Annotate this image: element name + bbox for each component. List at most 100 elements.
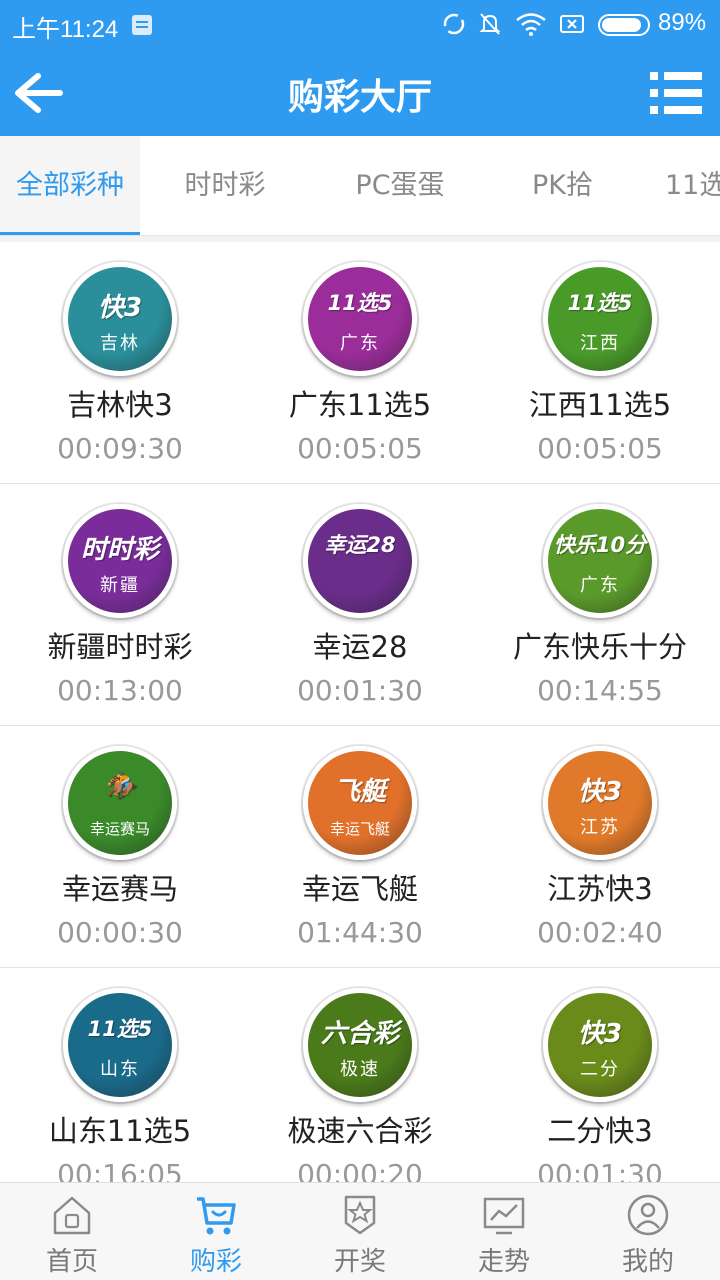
lottery-name: 幸运飞艇 xyxy=(301,872,418,906)
home-icon xyxy=(53,1196,91,1235)
lottery-region: 幸运飞艇 xyxy=(329,820,390,838)
lottery-item[interactable]: 快3 二分 二分 快3 00:01:30 xyxy=(480,968,720,1182)
lottery-item[interactable]: 🏇 幸运赛马 幸运赛马 00:00:30 xyxy=(0,726,240,967)
lottery-logo-text: 六合彩 xyxy=(320,1019,399,1049)
lottery-logo-icon: 六合彩 极速 xyxy=(303,988,417,1102)
nav-home-label: 首页 xyxy=(45,1247,98,1277)
lottery-item[interactable]: 11选5 山东 山东11选5 00:16:05 xyxy=(0,968,240,1182)
lottery-countdown: 00:09:30 xyxy=(57,432,183,465)
list-menu-icon[interactable] xyxy=(648,68,704,118)
lottery-logo-text: 11选5 xyxy=(567,291,633,315)
lottery-logo-icon: 快3 吉林 xyxy=(63,262,177,376)
lottery-logo-icon: 飞艇 幸运飞艇 xyxy=(303,746,417,860)
lottery-name: 幸运赛马 xyxy=(61,872,178,906)
lottery-item[interactable]: 飞艇 幸运飞艇 幸运飞艇 01:44:30 xyxy=(240,726,480,967)
trend-chart-icon xyxy=(483,1197,525,1235)
lottery-countdown: 01:44:30 xyxy=(297,916,423,949)
bottom-nav: 首页 购彩 开奖 走势 我的 xyxy=(0,1182,720,1280)
lottery-name: 极速六合彩 xyxy=(287,1114,433,1148)
lottery-region: 江西 xyxy=(580,333,620,354)
lottery-region: 二分 xyxy=(580,1059,620,1080)
lottery-item[interactable]: 快乐10分 广东 广东快乐十分 00:14:55 xyxy=(480,484,720,725)
lottery-grid: 快3 吉林 吉林快3 00:09:30 11选5 广东 广东11选5 00:05:05 11选5… xyxy=(0,242,720,1182)
battery-fill xyxy=(602,18,642,32)
lottery-region: 广东 xyxy=(580,575,620,596)
lottery-item[interactable]: 11选5 广东 广东11选5 00:05:05 xyxy=(240,242,480,483)
lottery-region: 吉林 xyxy=(100,333,140,354)
lottery-countdown: 00:16:05 xyxy=(57,1158,183,1182)
lottery-logo-text: 快3 xyxy=(577,1019,623,1049)
lottery-countdown: 00:01:30 xyxy=(297,674,423,707)
lottery-logo-icon: 幸运28 xyxy=(303,504,417,618)
lottery-item[interactable]: 快3 吉林吉林快3 00:09:30 xyxy=(0,242,240,483)
lottery-row: 快3 吉林吉林快3 00:09:30 11选5 广东广东11选5 00:05:05 11选5… xyxy=(0,242,720,484)
lottery-logo-icon: 快乐10分广东 xyxy=(543,504,657,618)
lottery-logo-text: 🏇 xyxy=(103,771,137,801)
lottery-logo-icon: 🏇 幸运赛马 xyxy=(63,746,177,860)
lottery-logo-text: 11选5 xyxy=(327,291,393,315)
lottery-region: 极速 xyxy=(340,1059,380,1080)
lottery-region: 山东 xyxy=(100,1059,140,1080)
lottery-countdown: 00:00:20 xyxy=(297,1158,423,1182)
lottery-region: 幸运赛马 xyxy=(89,820,150,838)
nav-draw[interactable]: 开奖 xyxy=(288,1183,432,1280)
lottery-row: 11选5 山东 山东11选5 00:16:05 六合彩 极速 极速六合彩 00:00:20 快3… xyxy=(0,968,720,1182)
lottery-region: 新疆 xyxy=(100,575,140,596)
lottery-logo-text: 飞艇 xyxy=(333,777,386,807)
lottery-countdown: 00:05:05 xyxy=(537,432,663,465)
lottery-name: 吉林快3 xyxy=(67,388,173,422)
battery-icon xyxy=(598,14,650,36)
lottery-item[interactable]: 六合彩 极速 极速六合彩 00:00:20 xyxy=(240,968,480,1182)
tab-ssc[interactable]: 时时彩 xyxy=(150,136,300,235)
nav-trend[interactable]: 走势 xyxy=(432,1183,576,1280)
lottery-item[interactable]: 幸运28 幸运28 00:01:30 xyxy=(240,484,480,725)
nav-home[interactable]: 首页 xyxy=(0,1183,144,1280)
lottery-name: 广东11选5 xyxy=(288,388,432,422)
lottery-logo-text: 11选5 xyxy=(87,1017,153,1041)
lottery-region: 江苏 xyxy=(580,817,620,838)
lottery-row: 时时彩 新疆 新疆时时彩 00:13:00 幸运28 幸运28 00:01:30 快乐10分广… xyxy=(0,484,720,726)
page-title: 购彩大厅 xyxy=(287,77,432,118)
lottery-item[interactable]: 快3 江苏江苏快3 00:02:40 xyxy=(480,726,720,967)
tab-pc-dandan[interactable]: PC蛋蛋 xyxy=(320,136,480,235)
lottery-logo-icon: 11选5 山东 xyxy=(63,988,177,1102)
status-time: 上午11:24 xyxy=(12,16,119,43)
no-sim-icon xyxy=(560,15,584,33)
lottery-logo-text: 时时彩 xyxy=(80,535,159,565)
lottery-logo-icon: 11选5 广东 xyxy=(303,262,417,376)
lottery-name: 山东11选5 xyxy=(48,1114,192,1148)
lottery-category-tabs: 全部彩种 时时彩 PC蛋蛋 PK拾 11选 xyxy=(0,136,720,236)
status-bar: 上午11:24 89% xyxy=(0,0,720,50)
lottery-logo-text: 幸运28 xyxy=(324,533,396,557)
sync-icon xyxy=(443,13,465,35)
lottery-name: 幸运28 xyxy=(312,630,408,664)
lottery-countdown: 00:05:05 xyxy=(297,432,423,465)
lottery-logo-text: 快乐10分 xyxy=(553,533,647,557)
lottery-region: 广东 xyxy=(340,333,380,354)
tab-all[interactable]: 全部彩种 xyxy=(0,136,140,235)
lottery-logo-icon: 快3 江苏 xyxy=(543,746,657,860)
lottery-countdown: 00:01:30 xyxy=(537,1158,663,1182)
lottery-name: 江苏快3 xyxy=(547,872,653,906)
lottery-logo-icon: 快3 二分 xyxy=(543,988,657,1102)
nav-mine[interactable]: 我的 xyxy=(576,1183,720,1280)
lottery-countdown: 00:02:40 xyxy=(537,916,663,949)
nav-mine-label: 我的 xyxy=(621,1247,674,1277)
lottery-logo-icon: 时时彩 新疆 xyxy=(63,504,177,618)
lottery-countdown: 00:13:00 xyxy=(57,674,183,707)
lottery-item[interactable]: 时时彩 新疆 新疆时时彩 00:13:00 xyxy=(0,484,240,725)
user-icon xyxy=(627,1194,669,1236)
header: 购彩大厅 xyxy=(0,50,720,136)
lottery-countdown: 00:00:30 xyxy=(57,916,183,949)
sim-icon xyxy=(132,15,152,35)
cart-icon xyxy=(197,1197,236,1235)
tab-11x5[interactable]: 11选 xyxy=(665,136,720,235)
lottery-row: 🏇 幸运赛马 幸运赛马 00:00:30 飞艇 幸运飞艇 幸运飞艇 01:44:30 快3 江苏江… xyxy=(0,726,720,968)
tab-pk10[interactable]: PK拾 xyxy=(500,136,625,235)
lottery-name: 新疆时时彩 xyxy=(47,630,193,664)
battery-percent: 89% xyxy=(658,9,707,36)
lottery-name: 广东快乐十分 xyxy=(512,630,687,664)
wifi-icon xyxy=(516,13,546,36)
lottery-item[interactable]: 11选5 江西 江西11选5 00:05:05 xyxy=(480,242,720,483)
nav-buy[interactable]: 购彩 xyxy=(144,1183,288,1280)
